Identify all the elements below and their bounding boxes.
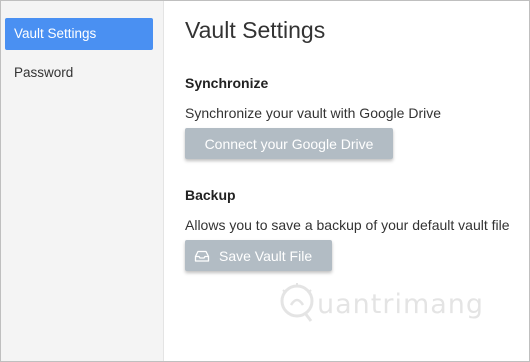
connect-google-drive-button[interactable]: Connect your Google Drive xyxy=(185,128,393,159)
app-window: Vault Settings Password Vault Settings S… xyxy=(0,0,530,362)
watermark-text: uantrimang xyxy=(317,289,485,320)
save-vault-file-button[interactable]: Save Vault File xyxy=(185,240,332,271)
bulb-logo-icon xyxy=(280,283,314,322)
synchronize-description: Synchronize your vault with Google Drive xyxy=(185,105,442,121)
sidebar: Vault Settings Password xyxy=(1,1,164,361)
backup-description: Allows you to save a backup of your defa… xyxy=(185,217,510,233)
sidebar-item-vault-settings[interactable]: Vault Settings xyxy=(5,18,153,50)
page-title: Vault Settings xyxy=(185,17,326,43)
backup-heading: Backup xyxy=(185,187,236,203)
save-vault-file-label: Save Vault File xyxy=(219,247,313,264)
synchronize-heading: Synchronize xyxy=(185,75,269,91)
watermark: uantrimang xyxy=(277,281,507,331)
sidebar-item-password[interactable]: Password xyxy=(5,57,153,89)
inbox-tray-icon xyxy=(194,248,210,264)
